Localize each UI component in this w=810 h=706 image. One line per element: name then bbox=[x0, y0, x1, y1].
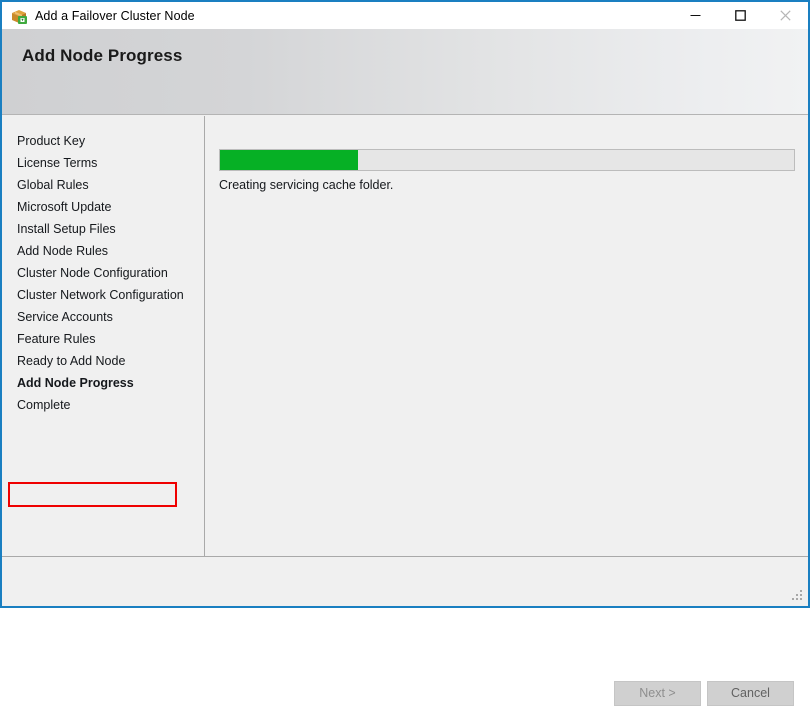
grip-dot bbox=[800, 598, 802, 600]
page-title: Add Node Progress bbox=[22, 46, 183, 65]
next-button[interactable]: Next > bbox=[614, 681, 701, 706]
sidebar-item-global-rules[interactable]: Global Rules bbox=[2, 174, 204, 196]
sidebar-item-microsoft-update[interactable]: Microsoft Update bbox=[2, 196, 204, 218]
sidebar-item-label: Add Node Progress bbox=[17, 376, 134, 390]
grip-dot bbox=[796, 598, 798, 600]
sidebar-item-label: Global Rules bbox=[17, 178, 89, 192]
dialog-body: Product Key License Terms Global Rules Micr… bbox=[2, 116, 808, 706]
sidebar-item-label: Microsoft Update bbox=[17, 200, 112, 214]
sidebar-item-label: Cluster Network Configuration bbox=[17, 288, 184, 302]
title-bar: Add a Failover Cluster Node bbox=[2, 2, 808, 29]
content-panel: Creating servicing cache folder. bbox=[205, 116, 808, 557]
current-step-highlight bbox=[8, 482, 177, 507]
sidebar-item-service-accounts[interactable]: Service Accounts bbox=[2, 306, 204, 328]
step-list: Product Key License Terms Global Rules Micr… bbox=[2, 130, 204, 416]
dialog-window: Add a Failover Cluster Node Add Node Pro… bbox=[0, 0, 810, 706]
sidebar-item-label: License Terms bbox=[17, 156, 98, 170]
grip-dot bbox=[792, 598, 794, 600]
grip-dot bbox=[796, 594, 798, 596]
sidebar-item-add-node-rules[interactable]: Add Node Rules bbox=[2, 240, 204, 262]
sidebar-item-install-setup-files[interactable]: Install Setup Files bbox=[2, 218, 204, 240]
page-header: Add Node Progress bbox=[2, 29, 808, 115]
sidebar-item-license-terms[interactable]: License Terms bbox=[2, 152, 204, 174]
sidebar-item-ready-to-add-node[interactable]: Ready to Add Node bbox=[2, 350, 204, 372]
sidebar-item-product-key[interactable]: Product Key bbox=[2, 130, 204, 152]
window-title: Add a Failover Cluster Node bbox=[35, 8, 195, 23]
grip-dot bbox=[800, 590, 802, 592]
window-controls bbox=[673, 2, 808, 29]
cancel-button[interactable]: Cancel bbox=[707, 681, 794, 706]
close-button[interactable] bbox=[763, 2, 808, 29]
sidebar-item-feature-rules[interactable]: Feature Rules bbox=[2, 328, 204, 350]
minimize-button[interactable] bbox=[673, 2, 718, 29]
sidebar-item-label: Product Key bbox=[17, 134, 86, 148]
sidebar-item-label: Cluster Node Configuration bbox=[17, 266, 168, 280]
sidebar-item-label: Add Node Rules bbox=[17, 244, 109, 258]
setup-package-icon bbox=[10, 7, 28, 25]
progress-bar bbox=[219, 149, 795, 171]
maximize-button[interactable] bbox=[718, 2, 763, 29]
step-navigation-sidebar: Product Key License Terms Global Rules Micr… bbox=[2, 116, 205, 557]
sidebar-item-cluster-network-configuration[interactable]: Cluster Network Configuration bbox=[2, 284, 204, 306]
resize-grip-icon[interactable] bbox=[792, 590, 805, 603]
sidebar-item-label: Complete bbox=[17, 398, 71, 412]
sidebar-item-label: Install Setup Files bbox=[17, 222, 116, 236]
sidebar-item-label: Ready to Add Node bbox=[17, 354, 126, 368]
sidebar-item-complete[interactable]: Complete bbox=[2, 394, 204, 416]
sidebar-item-label: Service Accounts bbox=[17, 310, 113, 324]
progress-status-text: Creating servicing cache folder. bbox=[219, 178, 394, 192]
sidebar-item-label: Feature Rules bbox=[17, 332, 96, 346]
progress-track bbox=[219, 149, 795, 171]
progress-fill bbox=[220, 150, 358, 170]
dialog-footer: Next > Cancel bbox=[2, 558, 808, 706]
grip-dot bbox=[800, 594, 802, 596]
sidebar-item-add-node-progress[interactable]: Add Node Progress bbox=[2, 372, 204, 394]
sidebar-item-cluster-node-configuration[interactable]: Cluster Node Configuration bbox=[2, 262, 204, 284]
